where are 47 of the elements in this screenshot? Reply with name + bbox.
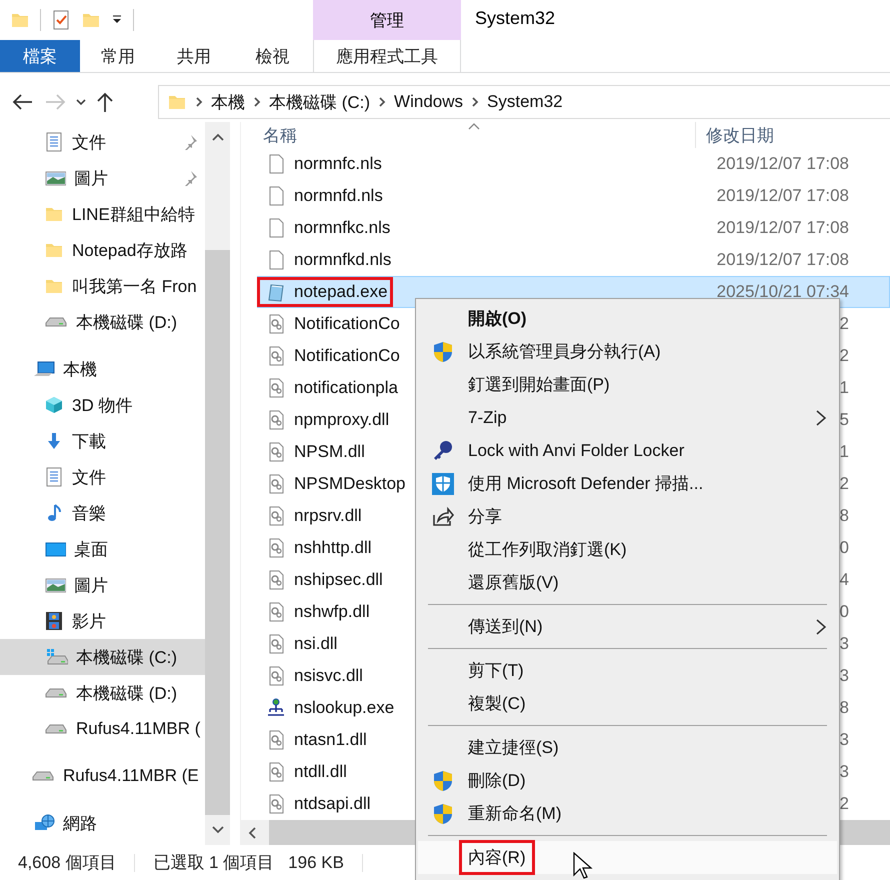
status-text: 196 KB: [288, 852, 345, 872]
modified-date: 8: [840, 698, 849, 718]
file-name: normnfkd.nls: [294, 250, 392, 270]
file-name: nshhttp.dll: [294, 538, 372, 558]
file-name: npmproxy.dll: [294, 410, 390, 430]
modified-date: 1: [840, 378, 849, 398]
modified-date: 2: [840, 794, 849, 814]
file-name: NPSMDesktop: [294, 474, 406, 494]
file-name: ntasn1.dll: [294, 730, 367, 750]
modified-date: 5: [840, 410, 849, 430]
modified-date: 3: [840, 730, 849, 750]
modified-date: 2019/12/07 17:08: [716, 250, 849, 270]
modified-date: 2: [840, 346, 849, 366]
file-name: nsisvc.dll: [294, 666, 363, 686]
modified-date: 2019/12/07 17:08: [716, 218, 849, 238]
file-name: notificationpla: [294, 378, 398, 398]
modified-date: 3: [840, 762, 849, 782]
file-name: nshipsec.dll: [294, 570, 383, 590]
modified-date: 0: [840, 538, 849, 558]
status-text: 4,608 個項目: [18, 852, 118, 874]
modified-date: 3: [840, 666, 849, 686]
modified-date: 3: [840, 634, 849, 654]
file-name: NotificationCo: [294, 314, 400, 334]
modified-date: 8: [840, 506, 849, 526]
modified-date: 2: [840, 474, 849, 494]
file-name: nslookup.exe: [294, 698, 394, 718]
file-name: NotificationCo: [294, 346, 400, 366]
modified-date: 4: [840, 570, 849, 590]
file-name: ntdll.dll: [294, 762, 347, 782]
file-name: nsi.dll: [294, 634, 338, 654]
file-name: normnfkc.nls: [294, 218, 390, 238]
file-name: normnfd.nls: [294, 186, 383, 206]
window-title: System32: [474, 8, 556, 30]
modified-date: 2019/12/07 17:08: [716, 154, 849, 174]
context-tab-header: 管理: [313, 0, 461, 40]
file-name: normnfc.nls: [294, 154, 382, 174]
file-name: nrpsrv.dll: [294, 506, 362, 526]
status-text: 已選取 1 個項目: [153, 852, 276, 874]
modified-date: 2: [840, 314, 849, 334]
file-name: nshwfp.dll: [294, 602, 370, 622]
modified-date: 0: [840, 602, 849, 622]
file-name: notepad.exe: [294, 282, 388, 302]
file-name: ntdsapi.dll: [294, 794, 371, 814]
file-name: NPSM.dll: [294, 442, 365, 462]
modified-date: 2025/10/21 07:34: [716, 282, 849, 302]
modified-date: 2019/12/07 17:08: [716, 186, 849, 206]
modified-date: 1: [840, 442, 849, 462]
